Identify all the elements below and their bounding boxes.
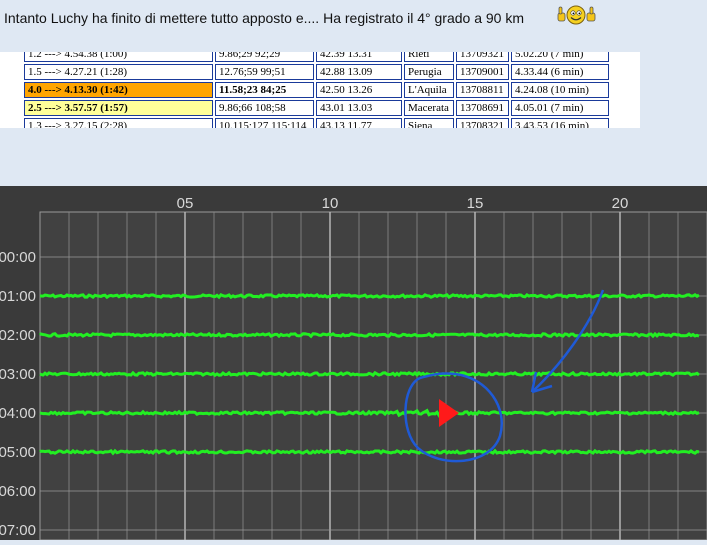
table-cell-place: Siena — [404, 118, 454, 128]
y-tick-label: 05:00 — [0, 444, 36, 461]
seismogram-trace — [39, 448, 700, 456]
seismogram-chart: 05 10 15 20 00:00 01:00 02:00 03:00 04:00 05:00 0… — [0, 186, 707, 541]
table-cell-place: Rieti — [404, 52, 454, 62]
table-cell-coords: 12.76;59 99;51 — [215, 64, 314, 80]
earthquake-table: 1.2 ---> 4.54.38 (1:00) 9.86;29 92;29 42.3… — [22, 52, 611, 128]
table-cell-latlon: 43.01 13.03 — [316, 100, 402, 116]
x-tick-label: 05 — [177, 195, 194, 212]
table-cell-mag: 1.2 ---> 4.54.38 (1:00) — [24, 52, 213, 62]
y-tick-label: 06:00 — [0, 483, 36, 500]
smiley-face-icon — [566, 5, 586, 25]
table-cell-id: 13709001 — [456, 64, 509, 80]
y-tick-label: 03:00 — [0, 366, 36, 383]
table-cell-latlon: 43.13 11.77 — [316, 118, 402, 128]
table-row: 2.5 ---> 3.57.57 (1:57) 9.86;66 108;58 43.… — [24, 100, 609, 116]
table-cell-id: 13708811 — [456, 82, 509, 98]
y-tick-label: 02:00 — [0, 327, 36, 344]
x-tick-label: 15 — [467, 195, 484, 212]
table-cell-mag: 1.3 ---> 3.27.15 (2:28) — [24, 118, 213, 128]
thumb-left-icon — [557, 6, 566, 22]
table-cell-coords: 9.86;66 108;58 — [215, 100, 314, 116]
table-cell-id: 13708691 — [456, 100, 509, 116]
table-cell-time: 4.24.08 (10 min) — [511, 82, 609, 98]
y-tick-label: 01:00 — [0, 288, 36, 305]
table-cell-coords: 9.86;29 92;29 — [215, 52, 314, 62]
table-cell-time: 3.43.53 (16 min) — [511, 118, 609, 128]
table-cell-coords: 10.115;127 115;114 — [215, 118, 314, 128]
x-tick-label: 10 — [322, 195, 339, 212]
table-row: 1.2 ---> 4.54.38 (1:00) 9.86;29 92;29 42.3… — [24, 52, 609, 62]
table-cell-mag: 1.5 ---> 4.27.21 (1:28) — [24, 64, 213, 80]
seismogram-trace — [39, 370, 700, 378]
earthquake-table-crop: 1.2 ---> 4.54.38 (1:00) 9.86;29 92;29 42.3… — [0, 52, 640, 128]
post-text: Intanto Luchy ha finito di mettere tutto… — [4, 10, 525, 26]
table-cell-id: 13709321 — [456, 52, 509, 62]
table-cell-latlon: 42.88 13.09 — [316, 64, 402, 80]
y-tick-label: 04:00 — [0, 405, 36, 422]
table-cell-latlon: 42.39 13.31 — [316, 52, 402, 62]
seismogram-panel: 05 10 15 20 00:00 01:00 02:00 03:00 04:00 05:00 0… — [0, 186, 707, 541]
table-cell-latlon: 42.50 13.26 — [316, 82, 402, 98]
table-cell-mag: 4.0 ---> 4.13.30 (1:42) — [24, 82, 213, 98]
table-cell-mag: 2.5 ---> 3.57.57 (1:57) — [24, 100, 213, 116]
table-row: 1.3 ---> 3.27.15 (2:28) 10.115;127 115;11… — [24, 118, 609, 128]
table-cell-coords: 11.58;23 84;25 — [215, 82, 314, 98]
y-tick-label: 07:00 — [0, 522, 36, 539]
table-cell-place: L'Aquila — [404, 82, 454, 98]
thumb-right-icon — [586, 6, 596, 22]
y-tick-label: 00:00 — [0, 249, 36, 266]
x-tick-label: 20 — [612, 195, 629, 212]
table-row: 4.0 ---> 4.13.30 (1:42) 11.58;23 84;25 42.… — [24, 82, 609, 98]
table-cell-id: 13708321 — [456, 118, 509, 128]
table-cell-place: Perugia — [404, 64, 454, 80]
table-cell-time: 4.05.01 (7 min) — [511, 100, 609, 116]
smiley-thumbs-up-icon — [557, 5, 596, 25]
table-cell-place: Macerata — [404, 100, 454, 116]
table-row: 1.5 ---> 4.27.21 (1:28) 12.76;59 99;51 42.… — [24, 64, 609, 80]
table-cell-time: 4.33.44 (6 min) — [511, 64, 609, 80]
table-cell-time: 5.02.20 (7 min) — [511, 52, 609, 62]
